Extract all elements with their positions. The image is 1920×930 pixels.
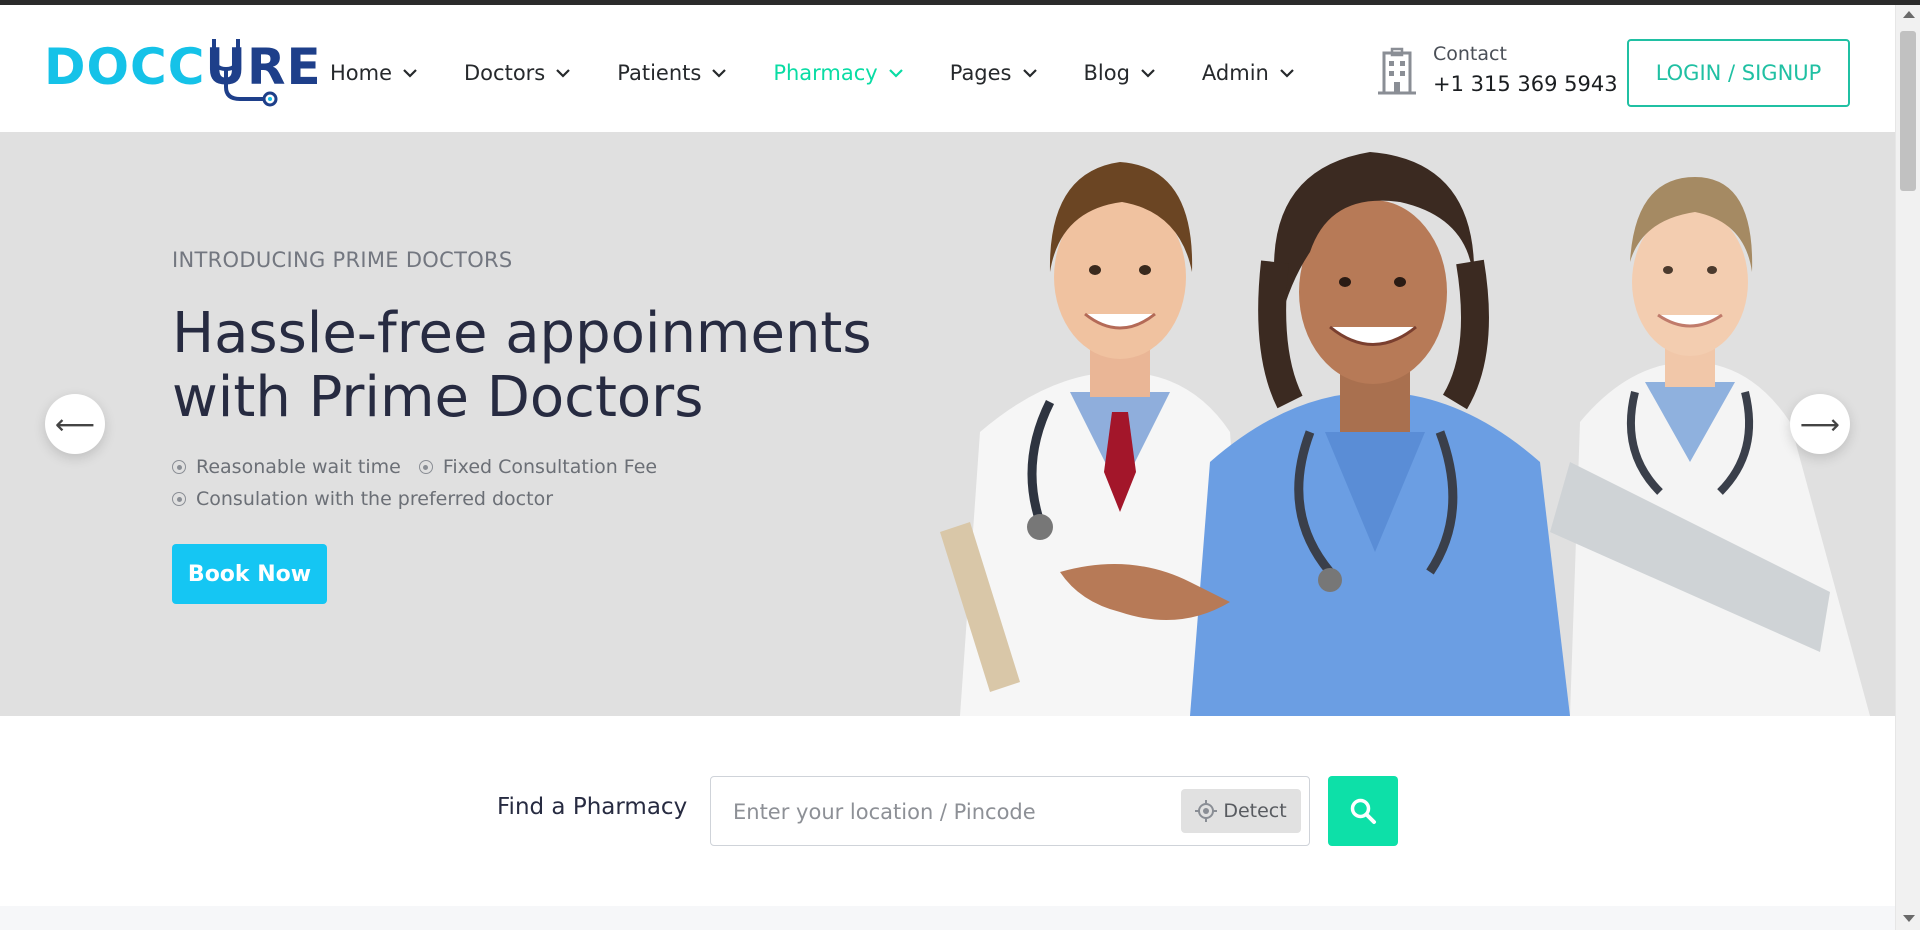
contact-phone[interactable]: +1 315 369 5943: [1433, 67, 1618, 101]
nav-item-label: Doctors: [464, 61, 546, 85]
chevron-down-icon: [712, 69, 727, 78]
search-icon: [1350, 798, 1376, 824]
scrollbar-thumb[interactable]: [1900, 31, 1916, 191]
radio-dot-icon: [418, 460, 433, 474]
nav-item-label: Admin: [1201, 61, 1269, 85]
nav-item-home[interactable]: Home: [330, 61, 418, 85]
contact-label: Contact: [1433, 43, 1507, 65]
hero-title-line2: with Prime Doctors: [172, 365, 704, 430]
hero-title: Hassle-free appoinments with Prime Docto…: [172, 302, 932, 430]
feature-item: Consulation with the preferred doctor: [172, 488, 553, 510]
nav-item-doctors[interactable]: Doctors: [464, 61, 571, 85]
radio-dot-icon: [172, 460, 186, 474]
logo-text-light: DOCC: [44, 38, 206, 96]
carousel-prev-button[interactable]: ⟵: [45, 394, 105, 454]
radio-dot-icon: [172, 492, 186, 506]
doccure-logo[interactable]: DOCCURE: [44, 35, 321, 107]
nav-item-patients[interactable]: Patients: [617, 61, 727, 85]
chevron-down-icon: [403, 69, 417, 78]
chevron-down-icon: [1141, 69, 1155, 78]
hero-banner: INTRODUCING PRIME DOCTORS Hassle-free ap…: [0, 132, 1895, 716]
location-target-icon: [1195, 800, 1218, 822]
book-now-button[interactable]: Book Now: [172, 544, 327, 604]
header-contact: Contact +1 315 369 5943: [1377, 41, 1618, 101]
login-signup-button[interactable]: LOGIN / SIGNUP: [1627, 39, 1850, 107]
hero-eyebrow: INTRODUCING PRIME DOCTORS: [172, 248, 513, 272]
chevron-down-icon: [1022, 69, 1037, 78]
detect-location-button[interactable]: Detect: [1181, 789, 1301, 833]
nav-item-label: Pharmacy: [773, 61, 878, 85]
main-nav: Home Doctors Patients Pharmacy Pages Blo…: [330, 57, 1341, 89]
arrow-right-icon: ⟶: [1799, 407, 1841, 441]
arrow-left-icon: ⟵: [54, 407, 96, 441]
hero-title-line1: Hassle-free appoinments: [172, 301, 872, 366]
chevron-down-icon: [1280, 69, 1294, 78]
stethoscope-icon: [212, 39, 278, 107]
scroll-down-arrow-icon[interactable]: [1903, 915, 1915, 922]
nav-item-pages[interactable]: Pages: [950, 61, 1038, 85]
nav-item-label: Patients: [617, 61, 702, 85]
feature-item: Fixed Consultation Fee: [418, 456, 657, 478]
page-scrollbar[interactable]: [1895, 5, 1920, 930]
chevron-down-icon: [888, 69, 903, 78]
detect-label: Detect: [1223, 800, 1287, 822]
nav-item-label: Blog: [1083, 61, 1130, 85]
feature-item: Reasonable wait time: [172, 456, 401, 478]
next-section-strip: [0, 906, 1895, 930]
nav-item-label: Home: [330, 61, 393, 85]
nav-item-pharmacy[interactable]: Pharmacy: [773, 61, 903, 85]
hospital-building-icon: [1378, 47, 1416, 95]
chevron-down-icon: [556, 69, 571, 78]
nav-item-label: Pages: [949, 61, 1012, 85]
site-header: DOCCURE Home Doctors Patients Pharmacy P…: [0, 5, 1895, 132]
location-input-wrapper: Detect: [710, 776, 1310, 846]
find-pharmacy-label: Find a Pharmacy: [497, 794, 688, 820]
find-pharmacy-section: Find a Pharmacy Detect: [0, 716, 1895, 906]
search-button[interactable]: [1328, 776, 1398, 846]
location-input[interactable]: [733, 795, 1153, 829]
hero-features: Reasonable wait time Fixed Consultation …: [172, 456, 675, 520]
doctors-hero-image: [940, 152, 1870, 716]
nav-item-blog[interactable]: Blog: [1084, 61, 1156, 85]
scroll-up-arrow-icon[interactable]: [1903, 11, 1915, 18]
nav-item-admin[interactable]: Admin: [1202, 61, 1295, 85]
carousel-next-button[interactable]: ⟶: [1790, 394, 1850, 454]
